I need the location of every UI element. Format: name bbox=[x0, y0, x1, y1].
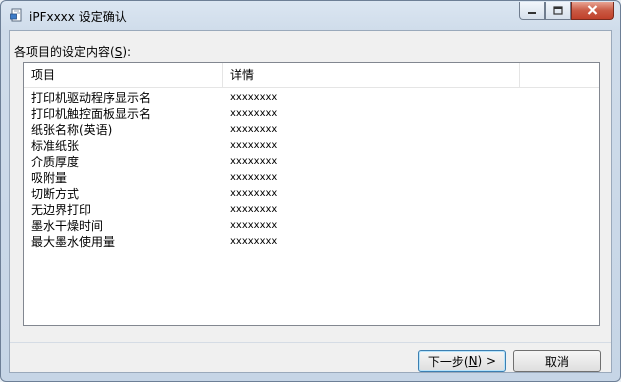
label-suffix: ): bbox=[122, 45, 132, 59]
list-row[interactable]: 打印机触控面板显示名 xxxxxxxx bbox=[24, 106, 599, 122]
row-detail: xxxxxxxx bbox=[230, 108, 278, 119]
footer-divider bbox=[10, 342, 611, 343]
row-detail: xxxxxxxx bbox=[230, 236, 278, 247]
caption-buttons bbox=[519, 2, 614, 21]
cancel-button[interactable]: 取消 bbox=[513, 350, 601, 372]
row-detail: xxxxxxxx bbox=[230, 124, 278, 135]
row-item: 打印机触控面板显示名 bbox=[31, 107, 152, 121]
row-detail: xxxxxxxx bbox=[230, 204, 278, 215]
row-item: 切断方式 bbox=[31, 187, 80, 201]
list-row[interactable]: 标准纸张 xxxxxxxx bbox=[24, 138, 599, 154]
next-label-prefix: 下一步( bbox=[427, 354, 469, 369]
row-item: 吸附量 bbox=[31, 171, 68, 185]
list-row[interactable]: 无边界打印 xxxxxxxx bbox=[24, 202, 599, 218]
list-header: 项目 详情 bbox=[24, 63, 599, 88]
row-item: 打印机驱动程序显示名 bbox=[31, 91, 152, 105]
list-row[interactable]: 吸附量 xxxxxxxx bbox=[24, 170, 599, 186]
column-header-blank[interactable] bbox=[520, 63, 599, 87]
settings-confirm-dialog: iPFxxxx 设定确认 各项目的设定内容(S): 项目 详情 打印机驱动程序显… bbox=[0, 0, 621, 382]
row-item: 标准纸张 bbox=[31, 139, 80, 153]
list-rows: 打印机驱动程序显示名 xxxxxxxx 打印机触控面板显示名 xxxxxxxx … bbox=[24, 90, 599, 250]
column-header-detail[interactable]: 详情 bbox=[223, 63, 520, 87]
list-row[interactable]: 切断方式 xxxxxxxx bbox=[24, 186, 599, 202]
dialog-body: 各项目的设定内容(S): 项目 详情 打印机驱动程序显示名 xxxxxxxx 打… bbox=[9, 30, 612, 373]
list-row[interactable]: 纸张名称(英语) xxxxxxxx bbox=[24, 122, 599, 138]
row-detail: xxxxxxxx bbox=[230, 188, 278, 199]
maximize-icon bbox=[553, 4, 563, 18]
row-detail: xxxxxxxx bbox=[230, 220, 278, 231]
row-item: 纸张名称(英语) bbox=[31, 123, 113, 137]
list-row[interactable]: 打印机驱动程序显示名 xxxxxxxx bbox=[24, 90, 599, 106]
list-row[interactable]: 墨水干燥时间 xxxxxxxx bbox=[24, 218, 599, 234]
minimize-icon bbox=[527, 4, 537, 18]
close-icon bbox=[587, 4, 598, 18]
next-label-mnemonic: N bbox=[468, 354, 478, 368]
row-detail: xxxxxxxx bbox=[230, 140, 278, 151]
next-label-suffix: ) > bbox=[477, 354, 497, 368]
row-detail: xxxxxxxx bbox=[230, 172, 278, 183]
maximize-button[interactable] bbox=[545, 2, 571, 20]
row-item: 墨水干燥时间 bbox=[31, 219, 104, 233]
list-row[interactable]: 介质厚度 xxxxxxxx bbox=[24, 154, 599, 170]
list-row[interactable]: 最大墨水使用量 xxxxxxxx bbox=[24, 234, 599, 250]
row-item: 介质厚度 bbox=[31, 155, 80, 169]
row-item: 无边界打印 bbox=[31, 203, 92, 217]
row-detail: xxxxxxxx bbox=[230, 156, 278, 167]
title-bar[interactable]: iPFxxxx 设定确认 bbox=[1, 1, 620, 29]
row-item: 最大墨水使用量 bbox=[31, 235, 116, 249]
close-button[interactable] bbox=[571, 2, 614, 20]
settings-listview[interactable]: 项目 详情 打印机驱动程序显示名 xxxxxxxx 打印机触控面板显示名 xxx… bbox=[23, 62, 600, 326]
window-title: iPFxxxx 设定确认 bbox=[29, 10, 127, 24]
row-detail: xxxxxxxx bbox=[230, 92, 278, 103]
settings-list-label: 各项目的设定内容(S): bbox=[14, 43, 131, 60]
printer-doc-icon bbox=[10, 8, 24, 22]
column-header-item[interactable]: 项目 bbox=[24, 63, 223, 87]
minimize-button[interactable] bbox=[519, 2, 545, 20]
label-prefix: 各项目的设定内容( bbox=[14, 45, 115, 59]
next-button[interactable]: 下一步(N) > bbox=[418, 350, 506, 372]
